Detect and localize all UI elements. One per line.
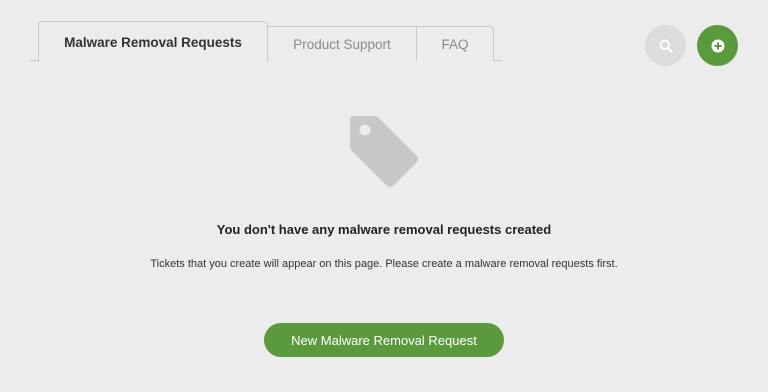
empty-state-description: Tickets that you create will appear on t… (150, 258, 618, 270)
tag-icon (350, 116, 418, 187)
search-icon (659, 39, 673, 53)
add-request-button[interactable] (697, 25, 738, 66)
plus-circle-icon (711, 39, 724, 52)
tab-faq[interactable]: FAQ (416, 26, 494, 61)
new-malware-removal-request-button[interactable]: New Malware Removal Request (264, 323, 504, 357)
tab-label: Product Support (293, 36, 391, 52)
tab-label: Malware Removal Requests (64, 34, 242, 50)
tab-label: FAQ (441, 36, 469, 52)
search-button[interactable] (645, 25, 686, 66)
tab-malware-removal-requests[interactable]: Malware Removal Requests (38, 21, 268, 62)
tab-product-support[interactable]: Product Support (267, 26, 417, 61)
malware-requests-page: Malware Removal Requests Product Support… (0, 0, 768, 392)
button-label: New Malware Removal Request (291, 332, 477, 348)
empty-state-title: You don't have any malware removal reque… (216, 222, 552, 237)
